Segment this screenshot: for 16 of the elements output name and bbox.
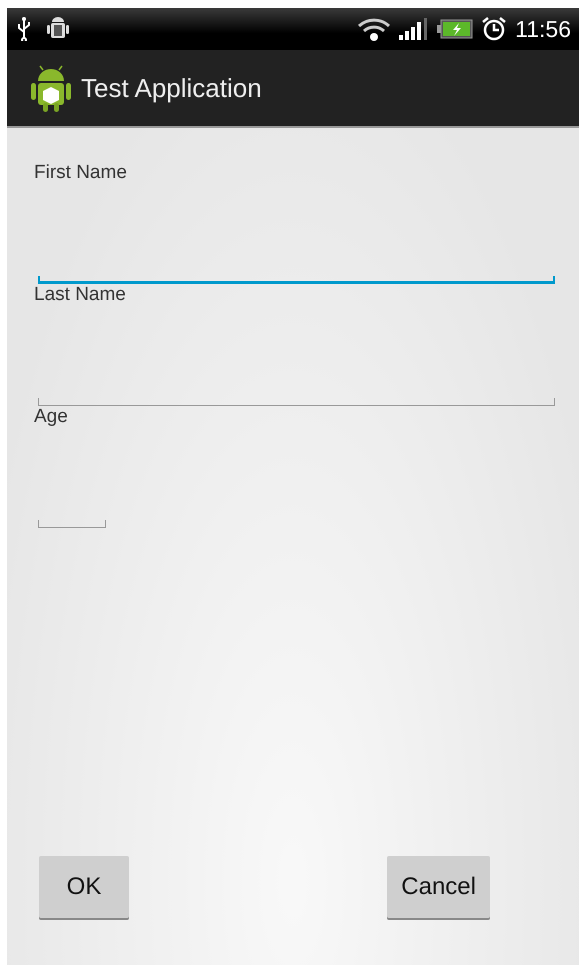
text-field[interactable] (38, 276, 555, 284)
dialog-button[interactable]: OK (39, 856, 129, 918)
app-title: Test Application (81, 72, 262, 104)
text-field[interactable] (38, 398, 555, 406)
dialog-button[interactable]: Cancel (387, 856, 490, 918)
signal-icon (399, 17, 430, 41)
wifi-icon (357, 16, 392, 42)
alarm-clock-icon (481, 16, 508, 42)
battery-charging-icon (437, 18, 474, 40)
clock-time: 11:56 (515, 14, 571, 44)
usb-icon (17, 17, 31, 41)
field-label: Age (34, 406, 69, 428)
android-app-icon (29, 63, 73, 113)
field-label: Last Name (34, 284, 127, 306)
field-label: First Name (34, 162, 128, 184)
text-field[interactable] (38, 520, 106, 528)
